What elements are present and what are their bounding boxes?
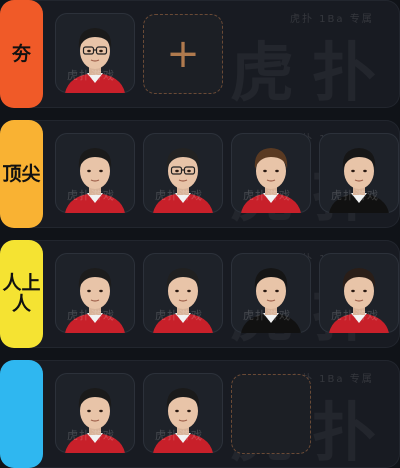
player-card[interactable]: 虎扑游戏 <box>231 133 311 213</box>
plus-icon: + <box>166 31 200 77</box>
tier-label[interactable]: 夯 <box>0 0 43 108</box>
player-card[interactable]: 虎扑游戏 <box>319 133 399 213</box>
card-watermark: 虎扑游戏 <box>155 189 203 202</box>
card-watermark: 虎扑游戏 <box>67 309 115 322</box>
tier-label-text: 顶尖 <box>2 162 41 185</box>
tier-row: 虎扑 虎扑 1Ba 专属夯虎扑游戏 + <box>0 0 400 108</box>
tier-label[interactable]: 人上 人 <box>0 240 43 348</box>
tier-label[interactable] <box>0 360 43 468</box>
player-card[interactable]: 虎扑游戏 <box>55 133 135 213</box>
player-card[interactable]: 虎扑游戏 <box>55 373 135 453</box>
player-card[interactable]: 虎扑游戏 <box>319 253 399 333</box>
tier-row: 虎扑 虎扑 1Ba 专属 虎扑游戏 虎扑游戏 <box>0 360 400 468</box>
player-card[interactable]: 虎扑游戏 <box>55 13 135 93</box>
player-card[interactable]: 虎扑游戏 <box>143 133 223 213</box>
tier-label[interactable]: 顶尖 <box>0 120 43 228</box>
card-watermark: 虎扑游戏 <box>155 309 203 322</box>
tier-label-text: 人上 人 <box>2 272 41 315</box>
watermark-small: 虎扑 1Ba 专属 <box>290 14 374 25</box>
player-card[interactable]: 虎扑游戏 <box>231 253 311 333</box>
card-watermark: 虎扑游戏 <box>331 309 379 322</box>
card-watermark: 虎扑游戏 <box>67 69 115 82</box>
tier-row: 虎扑虎扑 1Ba 专属顶尖虎扑游戏虎扑游戏虎扑游戏虎扑游戏 <box>0 120 400 228</box>
card-watermark: 虎扑游戏 <box>243 309 291 322</box>
player-card[interactable]: 虎扑游戏 <box>143 373 223 453</box>
player-card[interactable]: 虎扑游戏 <box>143 253 223 333</box>
tier-row: 虎扑虎扑 1Ba 专属人上 人虎扑游戏虎扑游戏虎扑游戏虎扑游戏 <box>0 240 400 348</box>
tier-label-text: 夯 <box>11 42 31 65</box>
card-watermark: 虎扑游戏 <box>67 189 115 202</box>
add-player-button[interactable] <box>231 374 311 454</box>
card-watermark: 虎扑游戏 <box>67 429 115 442</box>
card-watermark: 虎扑游戏 <box>331 189 379 202</box>
add-player-button[interactable]: + <box>143 14 223 94</box>
card-watermark: 虎扑游戏 <box>155 429 203 442</box>
watermark: 虎扑 <box>230 37 394 108</box>
card-watermark: 虎扑游戏 <box>243 189 291 202</box>
player-card[interactable]: 虎扑游戏 <box>55 253 135 333</box>
